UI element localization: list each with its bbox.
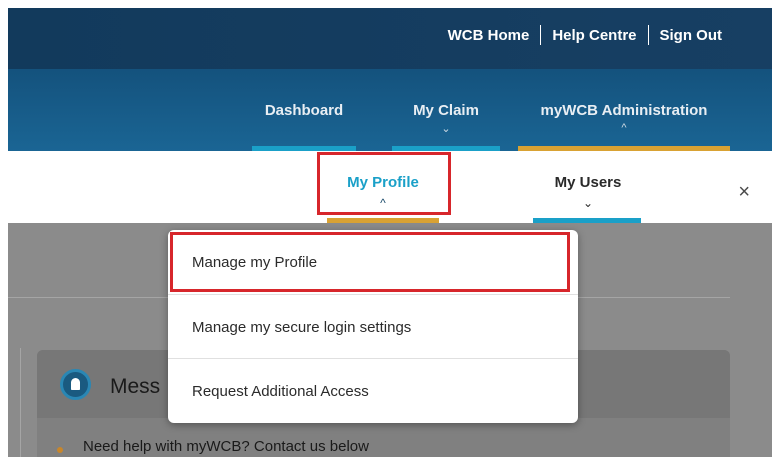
nav-administration-label: myWCB Administration (540, 102, 708, 119)
menu-item-label: Request Additional Access (192, 383, 369, 400)
sign-out-link[interactable]: Sign Out (660, 27, 723, 44)
tab-my-profile[interactable]: My Profile ^ (328, 174, 438, 210)
messages-title: Mess (110, 375, 161, 398)
profile-dropdown-menu: Manage my Profile Manage my secure login… (168, 230, 578, 423)
menu-item-label: Manage my Profile (192, 254, 318, 271)
close-icon[interactable]: × (738, 181, 750, 204)
menu-item-manage-secure-login[interactable]: Manage my secure login settings (168, 295, 578, 359)
menu-item-manage-my-profile[interactable]: Manage my Profile (168, 230, 578, 294)
chevron-up-icon: ^ (621, 122, 627, 134)
tab-my-profile-label: My Profile (347, 174, 419, 191)
main-nav: Dashboard My Claim ⌄ myWCB Administratio… (8, 69, 772, 151)
link-separator (540, 25, 542, 45)
content-left-border (20, 348, 21, 457)
messages-card-body: Need help with myWCB? Contact us below (37, 418, 730, 457)
message-item[interactable]: Need help with myWCB? Contact us below (83, 438, 369, 455)
chevron-down-icon: ⌄ (441, 123, 451, 135)
wcb-home-link[interactable]: WCB Home (448, 27, 530, 44)
bullet-icon (57, 447, 63, 453)
top-utility-bar: WCB Home Help Centre Sign Out (8, 8, 772, 69)
nav-dashboard-label: Dashboard (264, 102, 344, 119)
chevron-up-icon: ^ (380, 196, 386, 210)
nav-mywcb-administration[interactable]: myWCB Administration ^ (518, 69, 730, 151)
menu-item-request-additional-access[interactable]: Request Additional Access (168, 359, 578, 423)
menu-item-label: Manage my secure login settings (192, 319, 412, 336)
utility-links: WCB Home Help Centre Sign Out (448, 25, 722, 45)
tab-my-users[interactable]: My Users ⌄ (534, 174, 642, 210)
chevron-down-icon: ⌄ (582, 196, 594, 210)
nav-my-claim[interactable]: My Claim ⌄ (392, 69, 500, 151)
bell-icon (60, 369, 91, 400)
sub-nav: My Profile ^ My Users ⌄ × (8, 151, 772, 223)
nav-my-claim-label: My Claim (413, 102, 479, 119)
tab-my-users-label: My Users (554, 174, 622, 191)
nav-dashboard[interactable]: Dashboard (252, 69, 356, 151)
link-separator (647, 25, 649, 45)
help-centre-link[interactable]: Help Centre (552, 27, 636, 44)
